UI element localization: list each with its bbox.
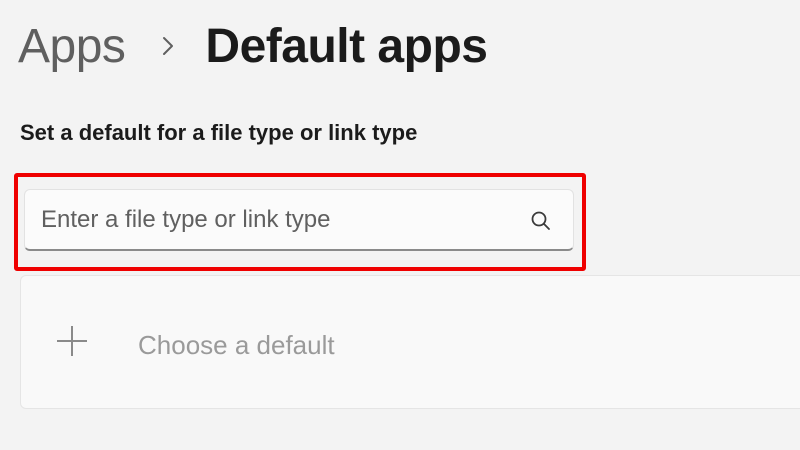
breadcrumb: Apps Default apps (18, 14, 488, 78)
page-title: Default apps (205, 19, 488, 73)
breadcrumb-apps-link[interactable]: Apps (18, 19, 126, 74)
search-field[interactable] (24, 189, 574, 251)
search-input[interactable] (41, 190, 511, 250)
choose-default-card[interactable]: Choose a default (20, 275, 800, 409)
plus-icon (55, 324, 89, 358)
chevron-right-icon (151, 26, 185, 66)
choose-default-label: Choose a default (138, 330, 335, 360)
search-icon[interactable] (529, 209, 553, 233)
section-heading: Set a default for a file type or link ty… (20, 120, 418, 145)
